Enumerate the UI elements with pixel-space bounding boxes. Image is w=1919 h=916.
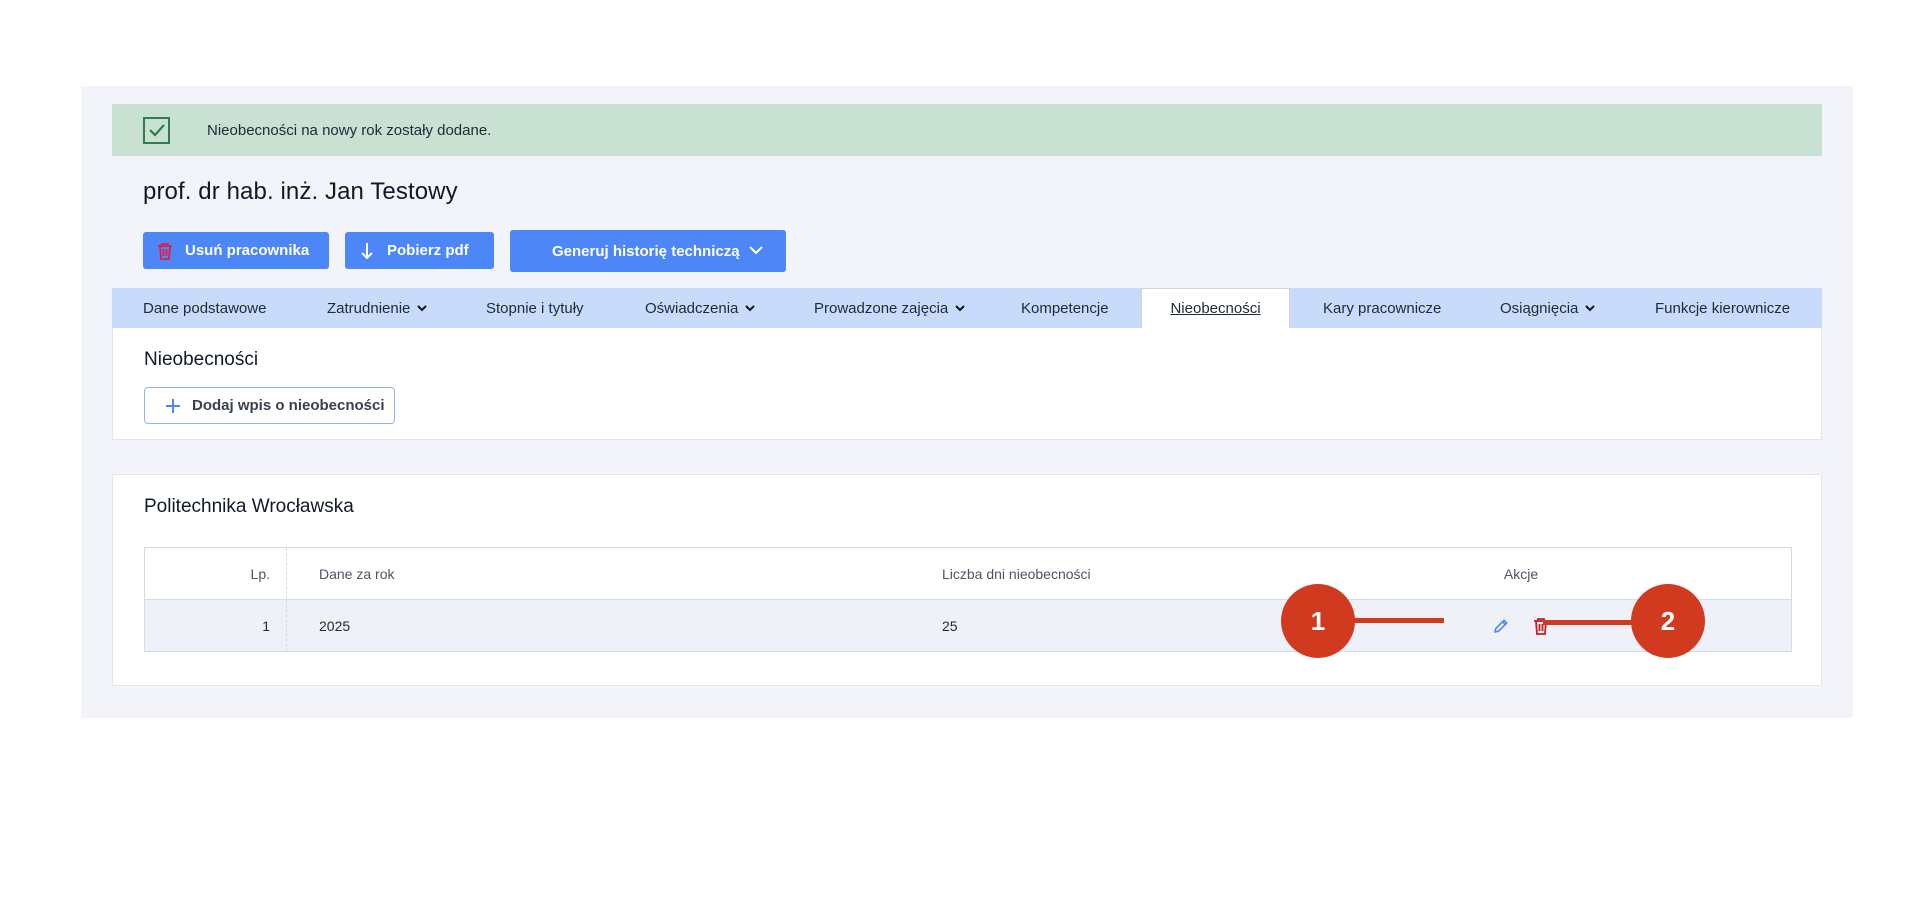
absences-table: Lp. Dane za rok Liczba dni nieobecności … xyxy=(144,547,1792,652)
absences-panel: Nieobecności Dodaj wpis o nieobecności xyxy=(112,328,1822,440)
row-actions xyxy=(1461,600,1581,651)
tab-kompetencje[interactable]: Kompetencje xyxy=(1021,288,1109,328)
tab-bar: Dane podstawowe Zatrudnienie Stopnie i t… xyxy=(112,288,1822,328)
column-header-year: Dane za rok xyxy=(319,565,395,582)
column-header-actions: Akcje xyxy=(1503,565,1539,582)
chevron-down-icon xyxy=(954,302,966,314)
add-absence-label: Dodaj wpis o nieobecności xyxy=(192,397,385,414)
download-pdf-label: Pobierz pdf xyxy=(387,242,469,259)
tab-label: Funkcje kierownicze xyxy=(1655,299,1791,317)
tab-zatrudnienie[interactable]: Zatrudnienie xyxy=(327,288,428,328)
trash-icon xyxy=(155,241,175,261)
tab-dane-podstawowe[interactable]: Dane podstawowe xyxy=(143,288,266,328)
tab-label: Kompetencje xyxy=(1021,299,1109,317)
tab-label: Nieobecności xyxy=(1170,300,1261,317)
callout-badge-2: 2 xyxy=(1631,584,1705,658)
row-year: 2025 xyxy=(319,617,351,634)
delete-employee-button[interactable]: Usuń pracownika xyxy=(143,232,329,269)
column-header-lp: Lp. xyxy=(145,548,287,599)
page-title: prof. dr hab. inż. Jan Testowy xyxy=(143,178,458,205)
row-lp: 1 xyxy=(145,600,287,651)
tab-stopnie-i-tytuly[interactable]: Stopnie i tytuły xyxy=(486,288,584,328)
chevron-down-icon[interactable] xyxy=(748,242,764,262)
tab-label: Dane podstawowe xyxy=(143,299,267,317)
generate-history-label: Generuj historię techniczą xyxy=(552,242,740,260)
tab-oswiadczenia[interactable]: Oświadczenia xyxy=(645,288,756,328)
edit-icon[interactable] xyxy=(1489,614,1513,638)
download-pdf-button[interactable]: Pobierz pdf xyxy=(345,232,494,269)
trash-icon[interactable] xyxy=(1529,614,1553,638)
tab-label: Stopnie i tytuły xyxy=(486,299,584,317)
row-days: 25 xyxy=(942,617,958,634)
table-row: 1 2025 25 xyxy=(145,600,1791,651)
chevron-down-icon xyxy=(1584,302,1596,314)
chevron-down-icon xyxy=(744,302,756,314)
checkmark-icon xyxy=(143,116,170,144)
chevron-down-icon xyxy=(416,302,428,314)
table-header: Lp. Dane za rok Liczba dni nieobecności … xyxy=(145,548,1791,600)
add-absence-button[interactable]: Dodaj wpis o nieobecności xyxy=(144,387,395,424)
organization-panel: Politechnika Wrocławska Lp. Dane za rok … xyxy=(112,474,1822,686)
plus-icon xyxy=(165,398,181,414)
section-title: Nieobecności xyxy=(144,349,259,370)
organization-title: Politechnika Wrocławska xyxy=(144,496,354,517)
tab-label: Zatrudnienie xyxy=(327,299,411,317)
tab-label: Kary pracownicze xyxy=(1323,299,1442,317)
delete-employee-label: Usuń pracownika xyxy=(185,242,310,259)
generate-history-button[interactable]: Generuj historię techniczą xyxy=(510,230,786,272)
alert-message: Nieobecności na nowy rok zostały dodane. xyxy=(207,121,492,139)
tab-osiagniecia[interactable]: Osiągnięcia xyxy=(1500,288,1596,328)
callout-1-line xyxy=(1353,618,1444,623)
arrow-down-icon xyxy=(357,241,377,261)
callout-badge-1: 1 xyxy=(1281,584,1355,658)
tab-funkcje-kierownicze[interactable]: Funkcje kierownicze xyxy=(1655,288,1790,328)
column-header-days: Liczba dni nieobecności xyxy=(942,565,1091,582)
tab-label: Oświadczenia xyxy=(645,299,739,317)
tab-kary-pracownicze[interactable]: Kary pracownicze xyxy=(1323,288,1441,328)
tab-nieobecnosci[interactable]: Nieobecności xyxy=(1141,288,1290,328)
tab-label: Prowadzone zajęcia xyxy=(814,299,949,317)
success-alert: Nieobecności na nowy rok zostały dodane. xyxy=(112,104,1822,156)
callout-2-line xyxy=(1543,620,1634,625)
tab-prowadzone-zajecia[interactable]: Prowadzone zajęcia xyxy=(814,288,966,328)
tab-label: Osiągnięcia xyxy=(1500,299,1579,317)
